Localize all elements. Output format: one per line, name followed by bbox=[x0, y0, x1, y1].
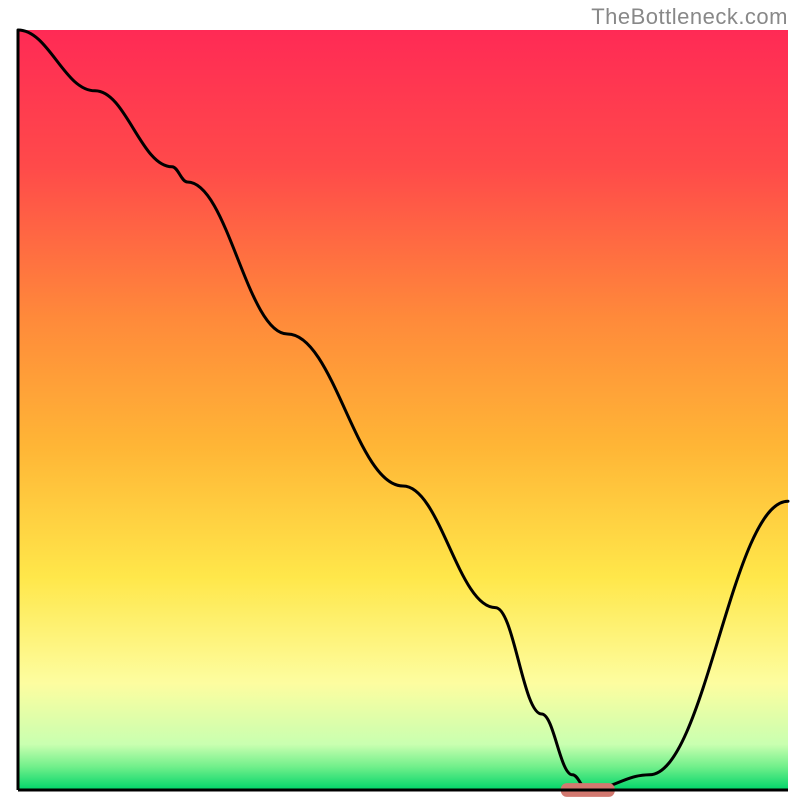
gradient-background bbox=[18, 30, 788, 790]
bottleneck-chart bbox=[0, 0, 800, 800]
watermark: TheBottleneck.com bbox=[591, 4, 788, 30]
